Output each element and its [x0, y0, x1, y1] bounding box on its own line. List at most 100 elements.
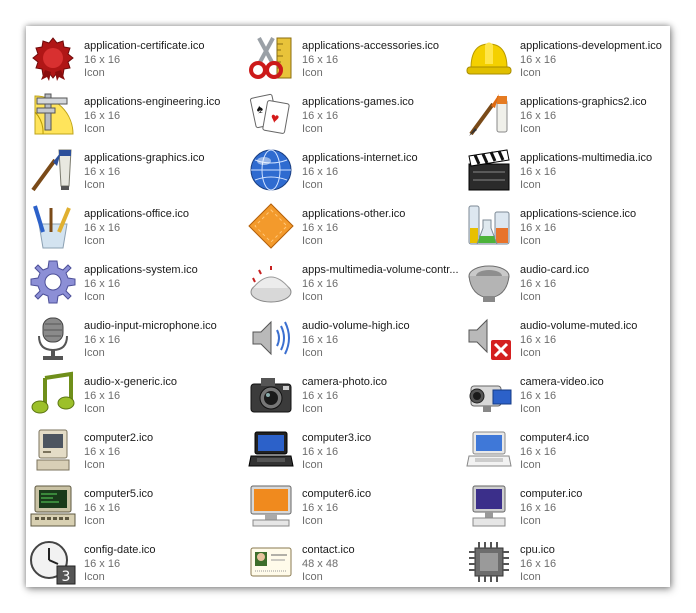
- file-browser-panel: application-certificate.ico 16 x 16 Icon ap…: [26, 26, 670, 587]
- file-dimensions: 16 x 16: [84, 502, 121, 514]
- file-item[interactable]: applications-graphics.ico 16 x 16 Icon: [29, 144, 241, 196]
- file-dimensions: 16 x 16: [302, 334, 339, 346]
- caliper-protractor-icon: [29, 90, 77, 138]
- file-dimensions: 16 x 16: [84, 278, 121, 290]
- cpu-chip-icon: [465, 538, 513, 586]
- file-item[interactable]: applications-office.ico 16 x 16 Icon: [29, 200, 241, 252]
- file-dimensions: 16 x 16: [520, 166, 557, 178]
- file-type: Icon: [520, 179, 541, 191]
- file-name: applications-graphics2.ico: [520, 96, 647, 108]
- file-type: Icon: [84, 179, 105, 191]
- retro-computer-icon: [29, 426, 77, 474]
- file-dimensions: 16 x 16: [84, 54, 121, 66]
- file-name: applications-internet.ico: [302, 152, 418, 164]
- file-type: Icon: [84, 67, 105, 79]
- file-item[interactable]: audio-card.ico 16 x 16 Icon: [465, 256, 677, 308]
- file-name: computer4.ico: [520, 432, 590, 444]
- file-type: Icon: [520, 347, 541, 359]
- file-name: apps-multimedia-volume-contr...: [302, 264, 459, 276]
- file-item[interactable]: computer3.ico 16 x 16 Icon: [247, 424, 459, 476]
- file-item[interactable]: camera-video.ico 16 x 16 Icon: [465, 368, 677, 420]
- file-name: application-certificate.ico: [84, 40, 205, 52]
- file-item[interactable]: applications-graphics2.ico 16 x 16 Icon: [465, 88, 677, 140]
- file-item[interactable]: camera-photo.ico 16 x 16 Icon: [247, 368, 459, 420]
- file-type: Icon: [520, 235, 541, 247]
- file-item[interactable]: computer6.ico 16 x 16 Icon: [247, 480, 459, 532]
- file-item[interactable]: computer2.ico 16 x 16 Icon: [29, 424, 241, 476]
- file-name: computer5.ico: [84, 488, 154, 500]
- file-type: Icon: [520, 571, 541, 583]
- volume-knob-icon: [247, 258, 295, 306]
- file-item[interactable]: applications-engineering.ico 16 x 16 Icon: [29, 88, 241, 140]
- file-name: applications-accessories.ico: [302, 40, 439, 52]
- file-dimensions: 16 x 16: [84, 390, 121, 402]
- file-item[interactable]: computer5.ico 16 x 16 Icon: [29, 480, 241, 532]
- file-dimensions: 16 x 16: [302, 110, 339, 122]
- file-item[interactable]: apps-multimedia-volume-contr... 16 x 16 Ic…: [247, 256, 459, 308]
- certificate-seal-icon: [29, 34, 77, 82]
- file-item[interactable]: audio-x-generic.ico 16 x 16 Icon: [29, 368, 241, 420]
- file-name: applications-science.ico: [520, 208, 637, 220]
- file-dimensions: 16 x 16: [520, 222, 557, 234]
- file-dimensions: 16 x 16: [520, 278, 557, 290]
- file-name: applications-office.ico: [84, 208, 189, 220]
- file-name: applications-engineering.ico: [84, 96, 221, 108]
- file-type: Icon: [302, 403, 323, 415]
- icon-file-grid: application-certificate.ico 16 x 16 Icon ap…: [26, 26, 670, 587]
- file-type: Icon: [520, 67, 541, 79]
- microphone-icon: [29, 314, 77, 362]
- file-item[interactable]: computer4.ico 16 x 16 Icon: [465, 424, 677, 476]
- file-dimensions: 16 x 16: [302, 222, 339, 234]
- file-item[interactable]: audio-volume-muted.ico 16 x 16 Icon: [465, 312, 677, 364]
- file-item[interactable]: applications-accessories.ico 16 x 16 Icon: [247, 32, 459, 84]
- file-item[interactable]: applications-internet.ico 16 x 16 Icon: [247, 144, 459, 196]
- file-name: applications-graphics.ico: [84, 152, 205, 164]
- file-type: Icon: [302, 179, 323, 191]
- clapperboard-icon: [465, 146, 513, 194]
- pencil-cup-icon: [29, 202, 77, 250]
- file-type: Icon: [520, 123, 541, 135]
- orange-diamond-icon: [247, 202, 295, 250]
- file-type: Icon: [84, 235, 105, 247]
- file-name: cpu.ico: [520, 544, 555, 556]
- file-dimensions: 16 x 16: [302, 446, 339, 458]
- brush-paint-icon: [465, 90, 513, 138]
- file-item[interactable]: audio-input-microphone.ico 16 x 16 Icon: [29, 312, 241, 364]
- desktop-computer-icon: [465, 482, 513, 530]
- file-name: camera-photo.ico: [302, 376, 387, 388]
- file-dimensions: 16 x 16: [520, 502, 557, 514]
- speaker-bowl-icon: [465, 258, 513, 306]
- file-item[interactable]: cpu.ico 16 x 16 Icon: [465, 536, 677, 588]
- file-item[interactable]: 3 config-date.ico 16 x 16 Icon: [29, 536, 241, 588]
- file-dimensions: 16 x 16: [84, 166, 121, 178]
- file-dimensions: 16 x 16: [520, 558, 557, 570]
- clock-calendar-icon: 3: [29, 538, 77, 586]
- file-type: Icon: [84, 347, 105, 359]
- file-type: Icon: [84, 571, 105, 583]
- file-dimensions: 16 x 16: [302, 502, 339, 514]
- file-item[interactable]: audio-volume-high.ico 16 x 16 Icon: [247, 312, 459, 364]
- file-name: applications-multimedia.ico: [520, 152, 653, 164]
- file-item[interactable]: applications-multimedia.ico 16 x 16 Icon: [465, 144, 677, 196]
- file-item[interactable]: applications-science.ico 16 x 16 Icon: [465, 200, 677, 252]
- file-name: applications-system.ico: [84, 264, 198, 276]
- laptop-dark-icon: [247, 426, 295, 474]
- file-type: Icon: [520, 403, 541, 415]
- beakers-icon: [465, 202, 513, 250]
- file-item[interactable]: applications-system.ico 16 x 16 Icon: [29, 256, 241, 308]
- file-item[interactable]: contact.ico 48 x 48 Icon: [247, 536, 459, 588]
- file-type: Icon: [302, 235, 323, 247]
- file-dimensions: 16 x 16: [84, 334, 121, 346]
- file-name: applications-development.ico: [520, 40, 662, 52]
- file-item[interactable]: applications-other.ico 16 x 16 Icon: [247, 200, 459, 252]
- file-item[interactable]: applications-development.ico 16 x 16 Icon: [465, 32, 677, 84]
- file-type: Icon: [302, 515, 323, 527]
- file-item[interactable]: application-certificate.ico 16 x 16 Icon: [29, 32, 241, 84]
- file-type: Icon: [302, 67, 323, 79]
- file-dimensions: 16 x 16: [520, 54, 557, 66]
- file-name: config-date.ico: [84, 544, 156, 556]
- file-dimensions: 16 x 16: [302, 278, 339, 290]
- hard-hat-icon: [465, 34, 513, 82]
- file-item[interactable]: ♠ ♥ applications-games.ico 16 x 16 Icon: [247, 88, 459, 140]
- file-item[interactable]: computer.ico 16 x 16 Icon: [465, 480, 677, 532]
